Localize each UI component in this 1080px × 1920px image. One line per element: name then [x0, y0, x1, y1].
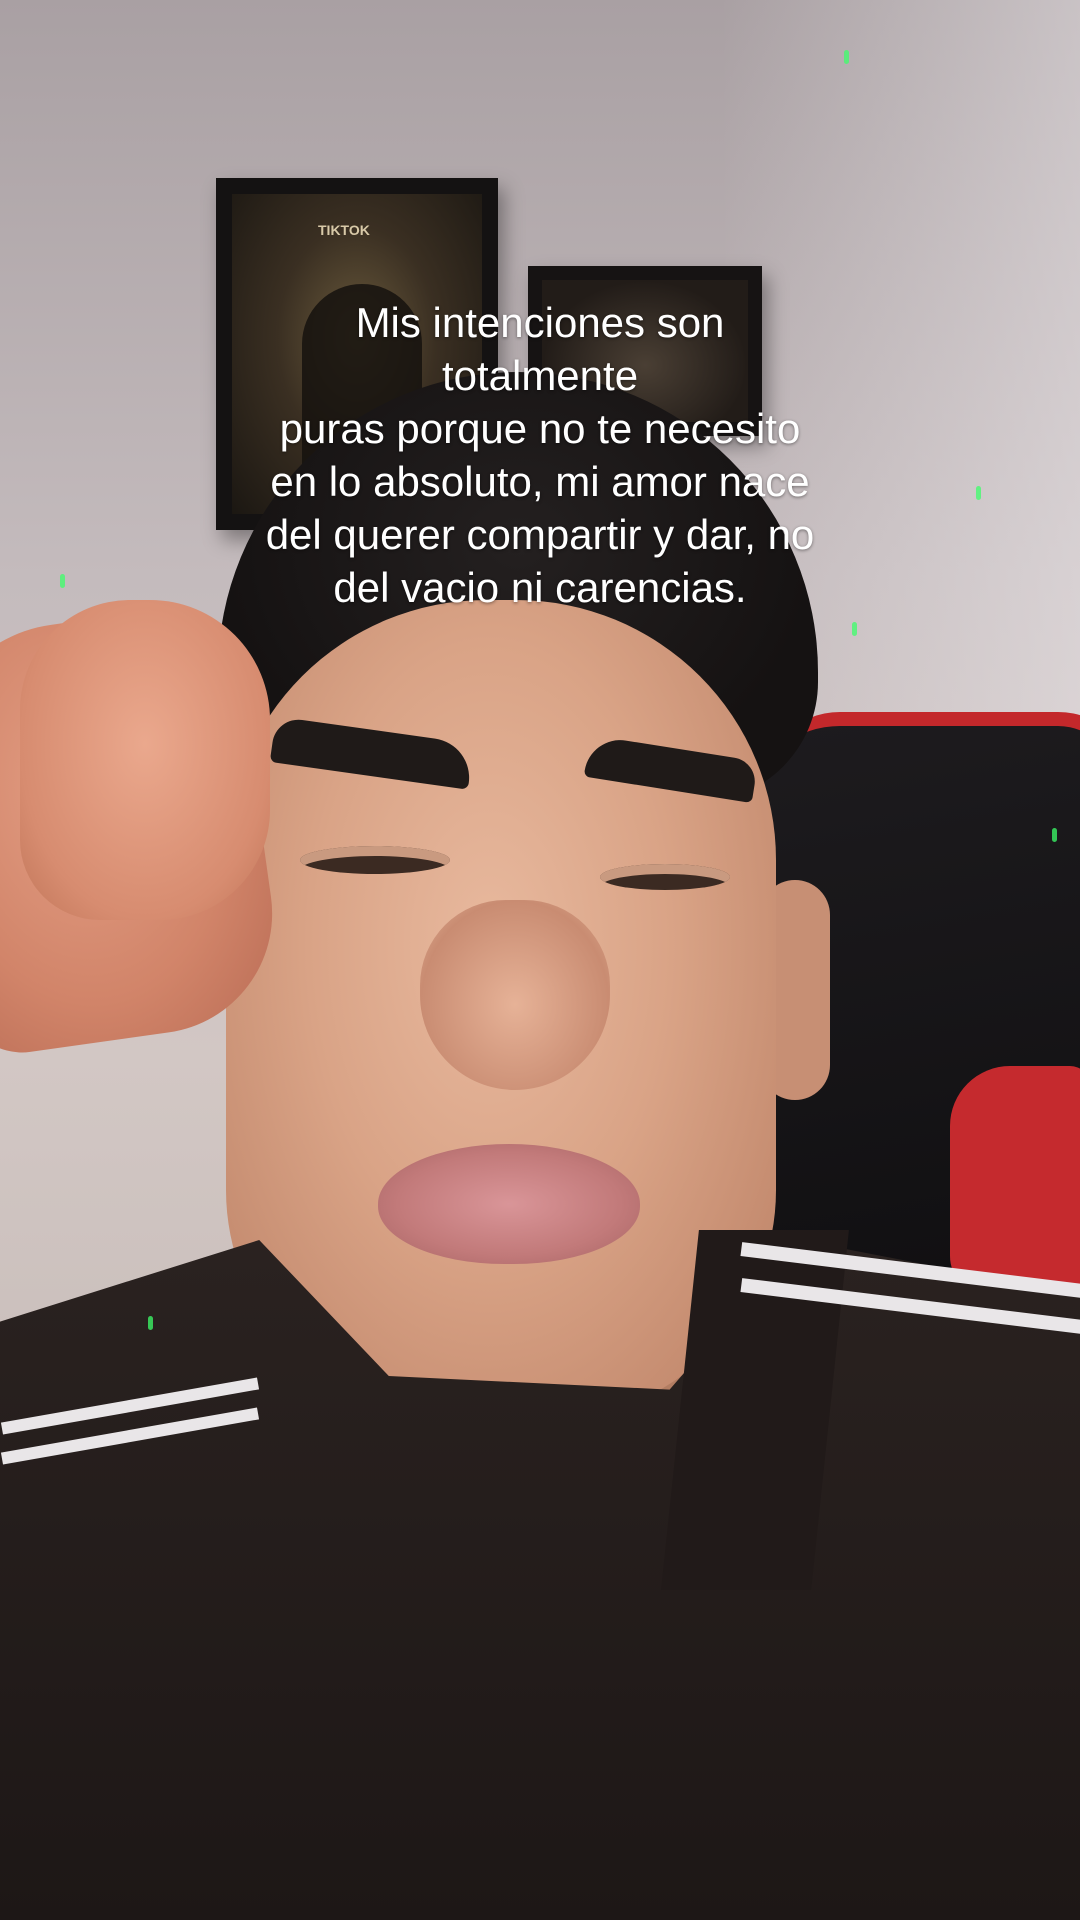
laser-dot — [148, 1316, 153, 1330]
laser-dot — [1052, 828, 1057, 842]
caption-text: Mis intenciones son totalmente puras por… — [265, 299, 815, 611]
eye-left — [300, 846, 450, 874]
video-frame: TIKTOK Mis intenciones son totalmente pu… — [0, 0, 1080, 1920]
laser-dot — [60, 574, 65, 588]
laser-dot — [852, 622, 857, 636]
chair-cushion — [950, 1066, 1080, 1296]
nose — [420, 900, 610, 1090]
eye-right — [600, 864, 730, 890]
lips — [378, 1144, 640, 1264]
fist — [20, 600, 270, 920]
laser-dot — [844, 50, 849, 64]
picture-label: TIKTOK — [318, 222, 370, 238]
